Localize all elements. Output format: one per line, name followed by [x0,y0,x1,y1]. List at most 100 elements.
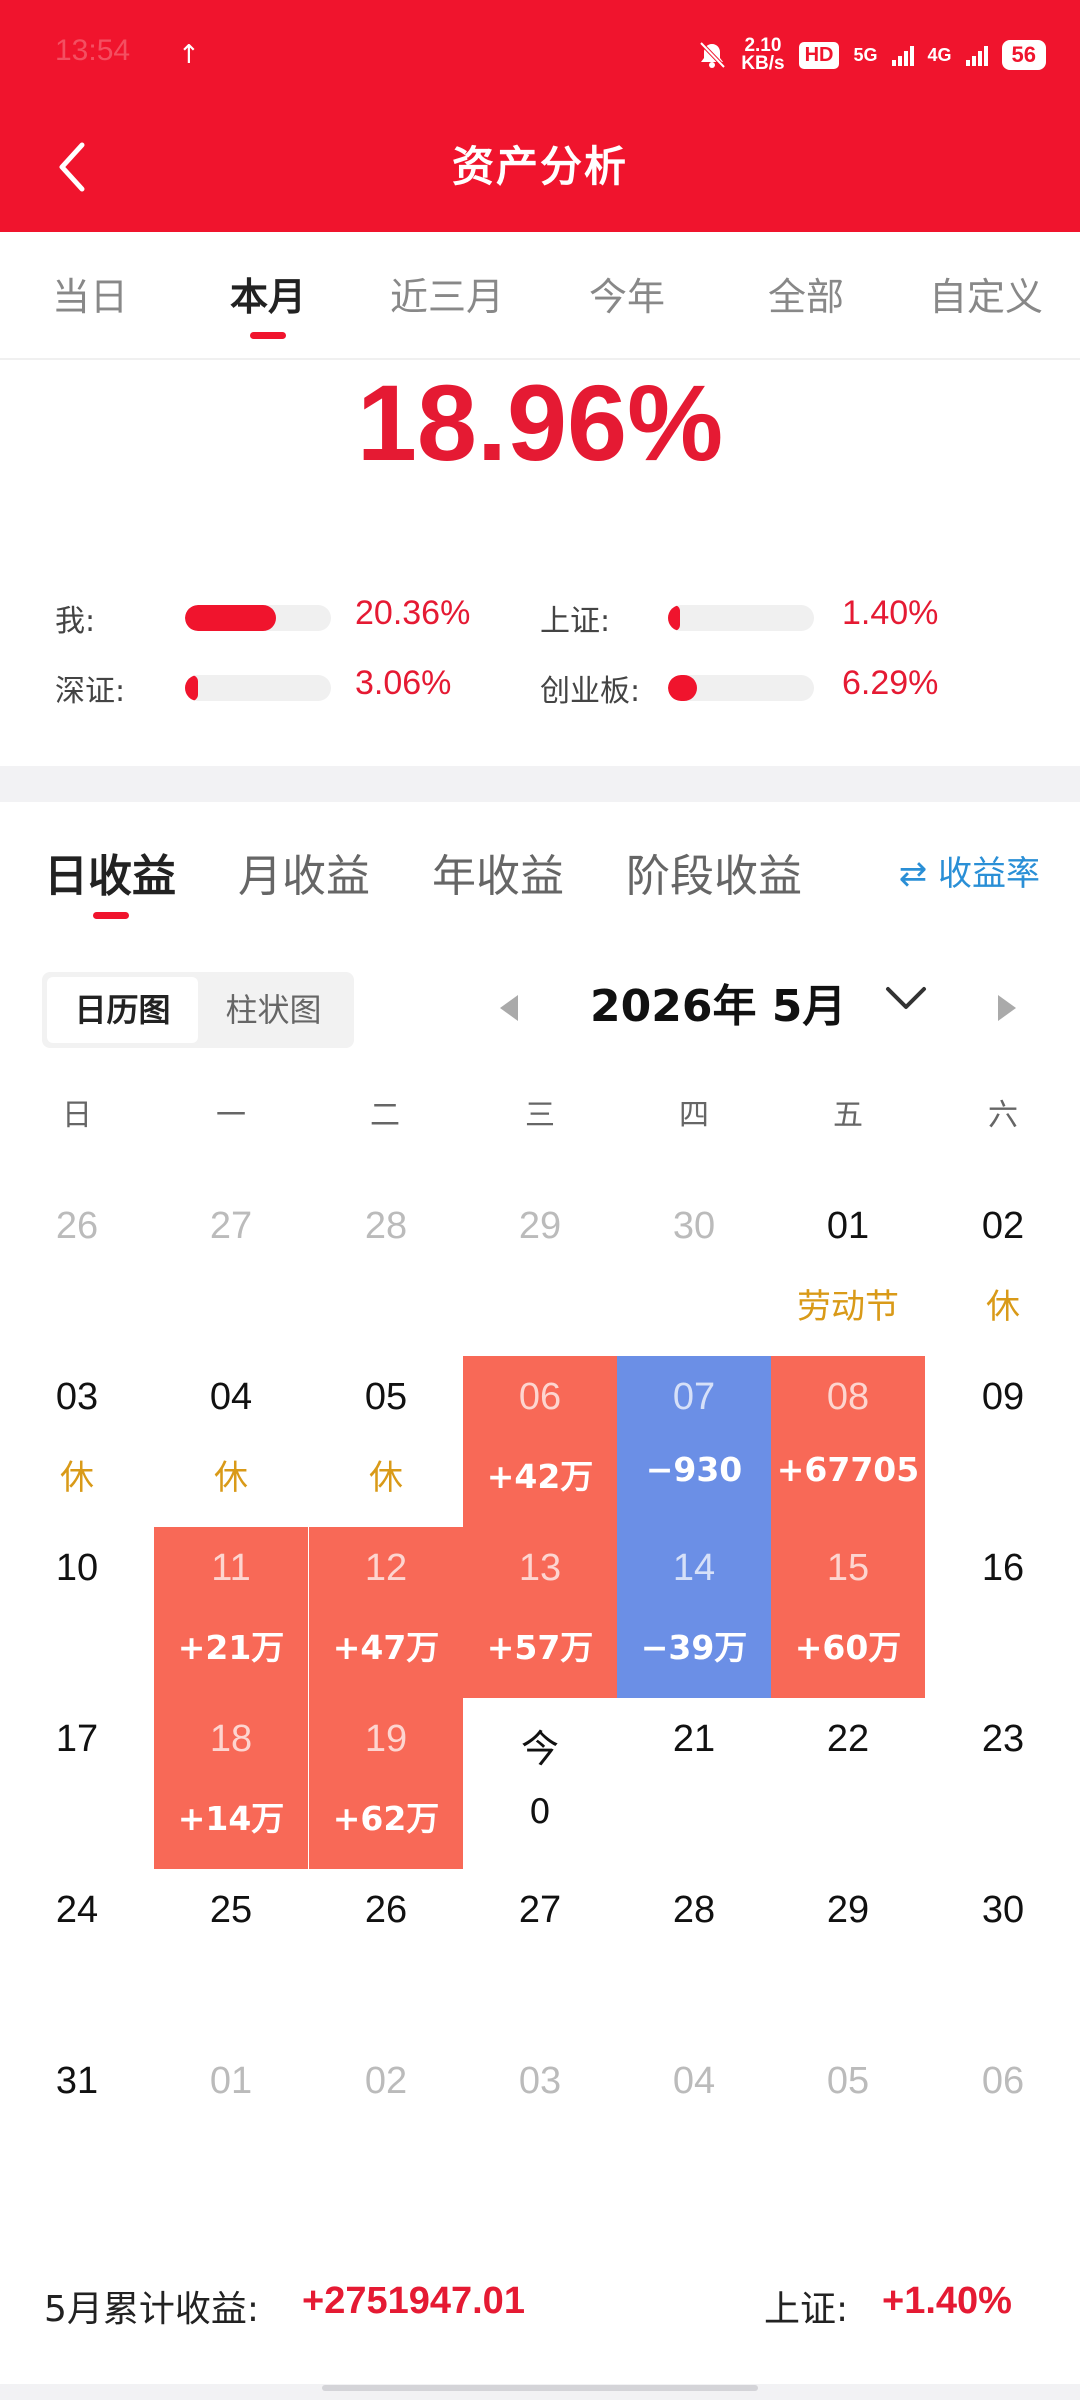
calendar-day[interactable]: 25 [154,1869,308,2040]
day-number: 05 [364,1376,408,1418]
calendar-day[interactable]: 13 +57万 [463,1527,617,1698]
calendar-day[interactable]: 26 [309,1869,463,2040]
day-number: 01 [826,1205,870,1247]
calendar-day[interactable]: 17 [0,1698,154,1869]
tab-period-earnings[interactable]: 阶段收益 [626,840,802,904]
hd-badge: HD [798,41,840,69]
calendar-day[interactable]: 30 [926,1869,1080,2040]
calendar-day[interactable]: 01 [154,2040,308,2211]
calendar-day[interactable]: 06 [926,2040,1080,2211]
prev-month-icon[interactable] [500,995,518,1021]
calendar-day[interactable]: 31 [0,2040,154,2211]
calendar-day[interactable]: 10 [0,1527,154,1698]
earnings-tabs: 日收益 月收益 年收益 阶段收益 ⇄ 收益率 [0,802,1080,932]
day-number: 26 [55,1205,99,1247]
day-number: 30 [672,1205,716,1247]
calendar-day[interactable]: 08 +67705 [771,1356,925,1527]
compare-bar-fill [668,605,680,631]
calendar-day[interactable]: 23 [926,1698,1080,1869]
calendar-day[interactable]: 06 +42万 [463,1356,617,1527]
day-number: 23 [981,1718,1025,1760]
day-number: 14 [672,1547,716,1589]
day-number: 08 [826,1376,870,1418]
calendar-day[interactable]: 01 劳动节 [771,1185,925,1356]
calendar-day[interactable]: 28 [309,1185,463,1356]
calendar-day[interactable]: 03 休 [0,1356,154,1527]
day-number: 13 [518,1547,562,1589]
bar-view-button[interactable]: 柱状图 [198,977,349,1043]
calendar-day[interactable]: 04 [617,2040,771,2211]
calendar-day[interactable]: 11 +21万 [154,1527,308,1698]
calendar-day[interactable]: 05 [771,2040,925,2211]
next-month-icon[interactable] [998,995,1016,1021]
compare-bar [668,675,814,701]
upload-arrow-icon: ↑ [178,40,200,70]
calendar-day[interactable]: 27 [463,1869,617,2040]
day-earnings: +60万 [794,1628,902,1667]
tab-this-year[interactable]: 今年 [537,266,717,321]
day-earnings: +47万 [332,1628,440,1667]
tab-daily-earnings[interactable]: 日收益 [44,840,176,904]
chevron-down-icon[interactable] [884,983,928,1013]
calendar-day[interactable]: 18 +14万 [154,1698,308,1869]
day-number: 07 [672,1376,716,1418]
calendar-day[interactable]: 22 [771,1698,925,1869]
calendar-day[interactable]: 27 [154,1185,308,1356]
tab-today[interactable]: 当日 [0,266,180,321]
calendar-day[interactable]: 03 [463,2040,617,2211]
rate-toggle-label: 收益率 [938,854,1040,894]
day-number: 31 [55,2060,99,2102]
day-earnings: −930 [645,1450,743,1489]
calendar-day[interactable]: 12 +47万 [309,1527,463,1698]
calendar-day[interactable]: 29 [771,1869,925,2040]
calendar-day[interactable]: 07 −930 [617,1356,771,1527]
day-number: 17 [55,1718,99,1760]
tab-monthly-earnings[interactable]: 月收益 [238,840,370,904]
calendar-day[interactable]: 04 休 [154,1356,308,1527]
calendar-day[interactable]: 19 +62万 [309,1698,463,1869]
return-percentage: 18.96% [356,362,724,483]
calendar-day[interactable]: 09 [926,1356,1080,1527]
calendar-day[interactable]: 24 [0,1869,154,2040]
page-title: 资产分析 [451,142,628,191]
home-indicator[interactable] [322,2385,758,2391]
day-number: 02 [981,1205,1025,1247]
rate-toggle-button[interactable]: ⇄ 收益率 [899,846,1040,895]
tab-custom[interactable]: 自定义 [896,266,1076,321]
month-label[interactable]: 2026年 5月 [590,970,846,1034]
holiday-label: 休 [60,1458,94,1498]
tab-yearly-earnings[interactable]: 年收益 [432,840,564,904]
calendar-day[interactable]: 14 −39万 [617,1527,771,1698]
signal-5g-label: 5G [853,44,878,65]
compare-label: 上证: [540,604,611,639]
compare-label: 深证: [55,674,126,709]
calendar-view-button[interactable]: 日历图 [47,977,198,1043]
calendar-day[interactable]: 30 [617,1185,771,1356]
section-divider [0,766,1080,802]
calendar-day[interactable]: 05 休 [309,1356,463,1527]
calendar-day[interactable]: 26 [0,1185,154,1356]
weekday-label: 六 [988,1098,1018,1133]
calendar-day[interactable]: 29 [463,1185,617,1356]
tab-this-month[interactable]: 本月 [178,266,358,321]
calendar-day[interactable]: 今0 [463,1698,617,1869]
calendar-day[interactable]: 02 休 [926,1185,1080,1356]
signal-4g-label: 4G [927,44,952,65]
calendar-day[interactable]: 16 [926,1527,1080,1698]
calendar-day[interactable]: 21 [617,1698,771,1869]
tab-three-months[interactable]: 近三月 [357,266,537,321]
status-bar: 13:54 ↑ 2.10 KB/s HD 5G 4G 56 [0,0,1080,115]
day-earnings: +67705 [776,1450,920,1489]
compare-bar [185,605,331,631]
compare-bar [668,605,814,631]
monthly-summary: 5月累计收益: +2751947.01 上证: +1.40% [0,2270,1080,2350]
calendar-day[interactable]: 28 [617,1869,771,2040]
weekday-label: 二 [370,1098,400,1133]
calendar-day[interactable]: 02 [309,2040,463,2211]
day-number: 29 [826,1889,870,1931]
battery-icon: 56 [1001,40,1046,70]
day-number: 28 [364,1205,408,1247]
day-number: 27 [518,1889,562,1931]
calendar-day[interactable]: 15 +60万 [771,1527,925,1698]
tab-all[interactable]: 全部 [716,266,896,321]
